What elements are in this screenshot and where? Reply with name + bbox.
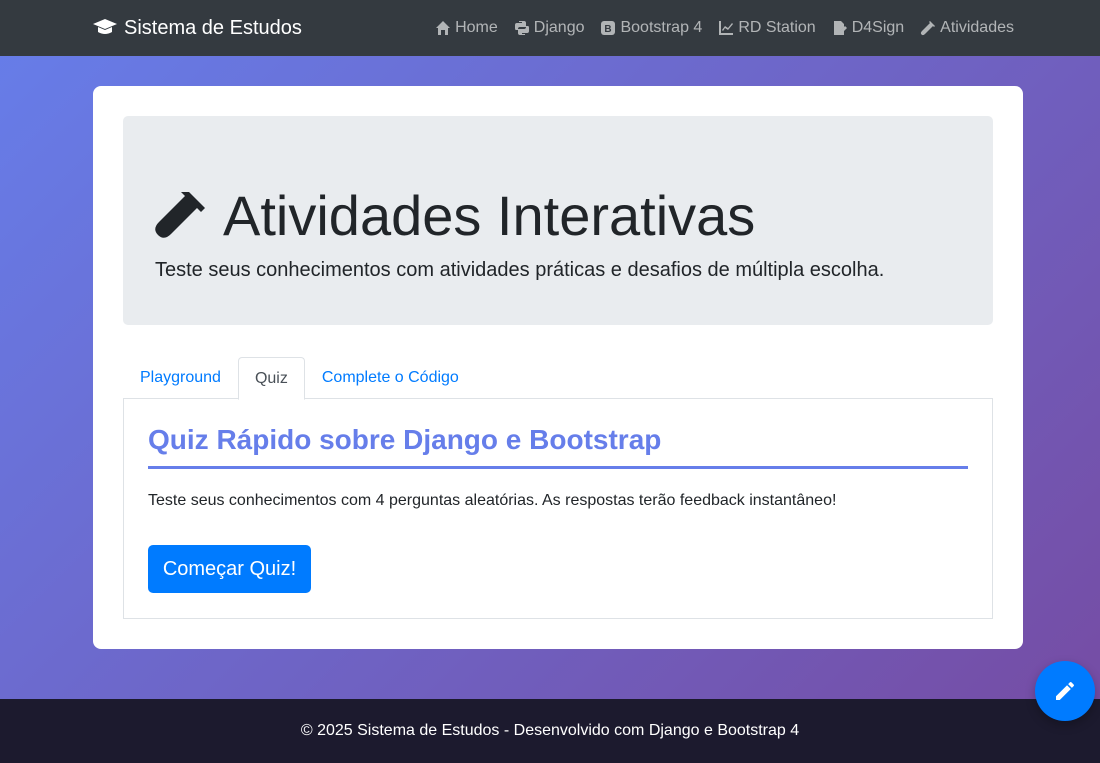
pencil-icon [1056, 681, 1075, 700]
edit-fab-button[interactable] [1035, 661, 1095, 721]
nav-item-rd-station[interactable]: RD Station [718, 19, 816, 37]
page-lead: Teste seus conhecimentos com atividades … [155, 259, 885, 281]
tab-complete-code[interactable]: Complete o Código [305, 357, 476, 399]
nav-item-label: Bootstrap 4 [620, 19, 703, 36]
quiz-description: Teste seus conhecimentos com 4 perguntas… [148, 492, 837, 509]
graduation-cap-icon [93, 19, 117, 34]
chart-line-icon [719, 21, 734, 35]
vial-icon [155, 192, 205, 238]
nav-item-label: RD Station [738, 19, 816, 36]
nav-item-home[interactable]: Home [435, 19, 498, 37]
nav-item-label: D4Sign [851, 19, 905, 36]
start-quiz-button[interactable]: Começar Quiz! [148, 545, 311, 593]
vial-icon [921, 21, 936, 36]
navbar-brand[interactable]: Sistema de Estudos [92, 0, 302, 56]
nav-item-django[interactable]: Django [514, 19, 585, 37]
nav-item-d4sign[interactable]: D4Sign [832, 19, 904, 37]
python-icon [514, 21, 529, 35]
page-footer: © 2025 Sistema de Estudos - Desenvolvido… [0, 699, 1100, 763]
home-icon [436, 21, 451, 35]
page-title-text: Atividades Interativas [223, 184, 756, 247]
navbar-brand-label: Sistema de Estudos [124, 16, 302, 39]
quiz-pane: Quiz Rápido sobre Django e Bootstrap Tes… [123, 398, 993, 619]
tab-playground[interactable]: Playground [123, 357, 238, 399]
quiz-title-divider [148, 466, 968, 469]
top-navbar: Sistema de Estudos Home Django B Bootstr… [0, 0, 1100, 56]
nav-item-atividades[interactable]: Atividades [920, 19, 1014, 37]
jumbotron: Atividades Interativas Teste seus conhec… [123, 116, 993, 325]
nav-item-bootstrap[interactable]: B Bootstrap 4 [600, 19, 702, 37]
tab-quiz[interactable]: Quiz [237, 357, 305, 400]
navbar-menu: Home Django B Bootstrap 4 RD Station D4S… [435, 0, 1014, 56]
nav-item-label: Django [533, 19, 585, 36]
bootstrap-icon: B [601, 21, 616, 35]
quiz-title: Quiz Rápido sobre Django e Bootstrap [148, 424, 662, 455]
nav-item-label: Atividades [940, 19, 1014, 36]
activity-tabs: Playground Quiz Complete o Código [123, 357, 993, 400]
svg-text:B: B [605, 24, 612, 35]
nav-item-label: Home [455, 19, 498, 36]
file-signature-icon [833, 21, 847, 35]
page-title: Atividades Interativas [153, 184, 755, 248]
footer-text: © 2025 Sistema de Estudos - Desenvolvido… [300, 722, 800, 739]
main-card: Atividades Interativas Teste seus conhec… [93, 86, 1023, 649]
